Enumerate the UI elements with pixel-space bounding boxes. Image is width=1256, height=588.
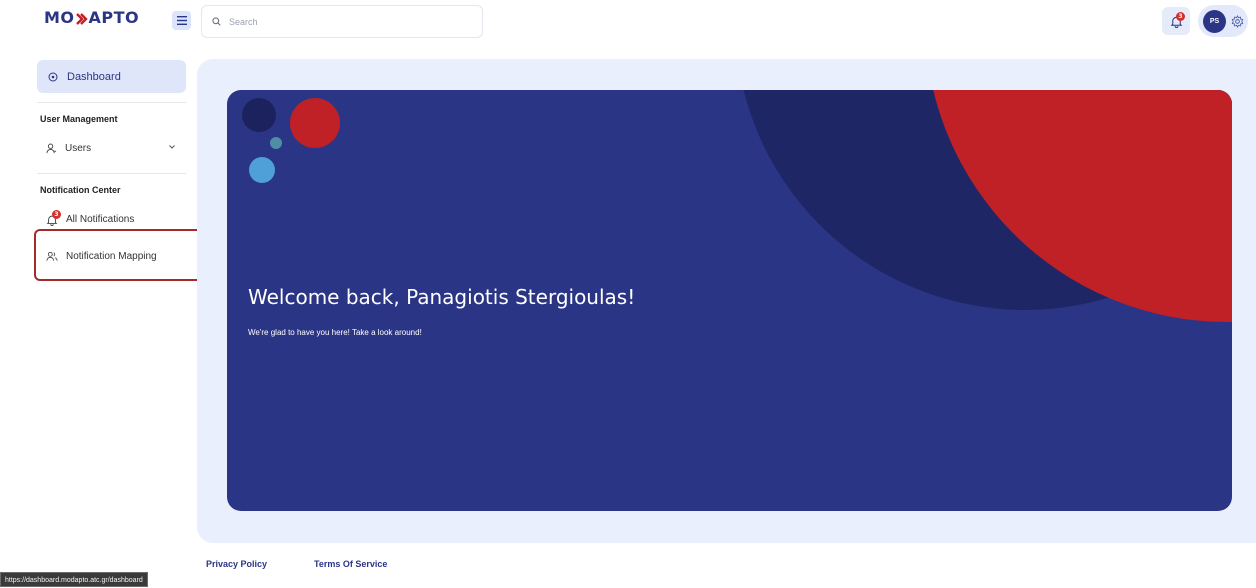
dashboard-icon [48,72,58,81]
welcome-banner: Welcome back, Panagiotis Stergioulas! We… [227,90,1232,511]
user-icon [46,143,57,153]
gear-icon [1231,14,1243,28]
search-icon [212,17,221,26]
deco-circle-teal-dot [270,137,282,149]
deco-circle-red-small [290,98,340,148]
notification-badge: 3 [1176,12,1185,21]
sidebar-divider [37,102,186,103]
notification-badge: 3 [52,210,61,219]
bell-icon-wrapper: 3 [46,210,61,226]
sidebar-item-users[interactable]: Users [46,138,186,158]
welcome-title: Welcome back, Panagiotis Stergioulas! [248,285,636,309]
sidebar-divider [37,173,186,174]
section-title-user-management: User Management [40,114,118,124]
terms-of-service-link[interactable]: Terms Of Service [314,559,387,569]
logo-text-right: APTO [88,8,140,27]
sidebar-item-label: Users [65,142,92,154]
privacy-policy-link[interactable]: Privacy Policy [206,559,267,569]
highlight-box [34,229,216,281]
deco-circle-blue [249,157,275,183]
top-header: MO APTO 3 PS [0,0,1256,44]
search-input[interactable] [227,15,467,28]
sidebar-item-dashboard[interactable]: Dashboard [37,60,186,93]
deco-circle-dark-small [242,98,276,132]
sidebar-item-label: All Notifications [66,213,135,225]
welcome-subtitle: We're glad to have you here! Take a look… [248,328,422,337]
logo-text-left: MO [44,8,75,27]
logo[interactable]: MO APTO [44,8,139,27]
section-title-notification-center: Notification Center [40,185,121,195]
sidebar: Dashboard User Management Users Notifica… [0,52,200,532]
search-box[interactable] [201,5,483,38]
sidebar-item-all-notifications[interactable]: 3 All Notifications [46,209,186,229]
avatar[interactable]: PS [1203,9,1226,33]
profile-menu: PS [1198,5,1248,37]
logo-arrows-icon [75,11,88,25]
notifications-button[interactable]: 3 [1162,7,1190,35]
chevron-down-icon [169,145,175,149]
status-bar-url: https://dashboard.modapto.atc.gr/dashboa… [0,572,148,587]
sidebar-item-label: Dashboard [67,70,121,83]
settings-button[interactable] [1230,14,1244,28]
hamburger-icon [176,16,187,25]
menu-toggle-button[interactable] [172,11,191,30]
